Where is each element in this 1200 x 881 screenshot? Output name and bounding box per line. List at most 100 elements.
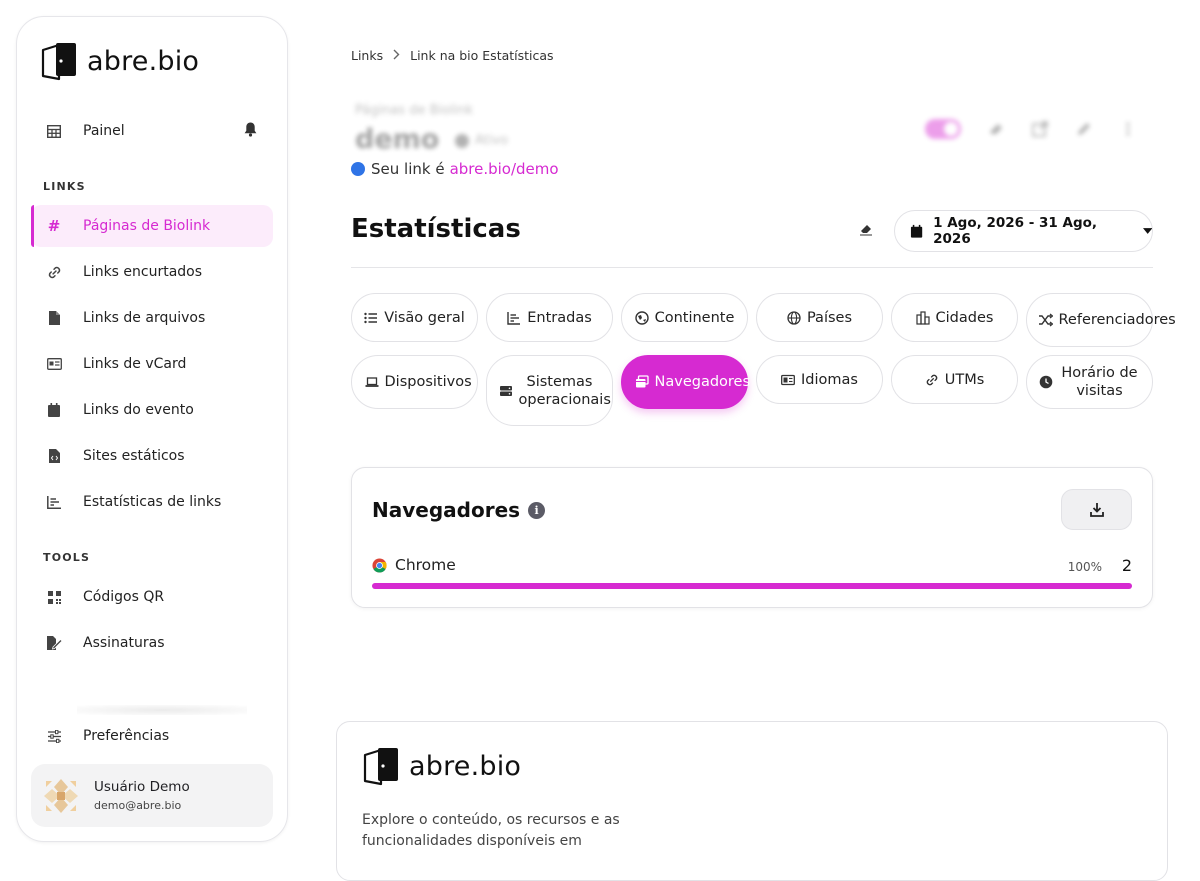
tab-label: Idiomas — [801, 371, 858, 388]
calendar-icon — [910, 224, 923, 238]
sidebar-item-qr-codes[interactable]: Códigos QR — [31, 576, 273, 618]
pencil-icon[interactable] — [1075, 120, 1093, 138]
hashtag-icon: # — [47, 217, 61, 235]
sidebar-item-event-links[interactable]: Links do evento — [31, 389, 273, 431]
sidebar-item-biolink-pages[interactable]: # Páginas de Biolink — [31, 205, 273, 247]
tab-entries[interactable]: Entradas — [486, 293, 613, 342]
sidebar-item-static-sites[interactable]: Sites estáticos — [31, 435, 273, 477]
tab-label: Países — [806, 309, 853, 326]
tab-label: Visão geral — [384, 309, 465, 326]
tab-label: Continente — [654, 309, 735, 326]
sidebar-item-label: Preferências — [83, 728, 170, 744]
sidebar-item-signatures[interactable]: Assinaturas — [31, 622, 273, 664]
breadcrumb-links[interactable]: Links — [351, 48, 383, 63]
logo-icon — [41, 43, 76, 81]
browser-percent: 100% — [1067, 560, 1102, 574]
progress-track — [372, 583, 1132, 589]
tab-label: Entradas — [527, 309, 592, 326]
sidebar-divider — [77, 705, 247, 715]
header-actions — [925, 119, 1137, 139]
breadcrumb: Links Link na bio Estatísticas — [351, 48, 554, 63]
sidebar-item-label: Links de vCard — [83, 356, 187, 372]
file-icon — [45, 309, 63, 327]
link-prefix: Seu link é — [371, 160, 445, 178]
sidebar-item-link-stats[interactable]: Estatísticas de links — [31, 481, 273, 523]
card-title: Navegadores i — [372, 498, 546, 522]
laptop-icon — [365, 377, 378, 387]
tab-label: UTMs — [944, 371, 985, 388]
more-vertical-icon[interactable] — [1119, 120, 1137, 138]
chart-icon — [45, 493, 63, 511]
tab-cities[interactable]: Cidades — [891, 293, 1018, 342]
tab-browsers[interactable]: Navegadores — [621, 355, 751, 409]
calendar-icon — [45, 401, 63, 419]
link-icon — [926, 374, 938, 385]
card-title-text: Navegadores — [372, 498, 521, 522]
sidebar-item-short-links[interactable]: Links encurtados — [31, 251, 273, 293]
clock-icon — [1039, 375, 1052, 389]
window-icon — [635, 375, 649, 388]
bell-icon[interactable] — [244, 122, 257, 141]
browser-label: Chrome — [395, 556, 456, 574]
external-link-icon[interactable] — [1031, 120, 1049, 138]
chevron-right-icon — [393, 48, 400, 63]
tab-visit-hours[interactable]: Horário de visitas — [1026, 355, 1153, 409]
download-button[interactable] — [1061, 489, 1132, 530]
tools-section-label: TOOLS — [43, 551, 91, 564]
link-dot-icon — [351, 162, 365, 176]
sidebar-item-label: Páginas de Biolink — [83, 218, 211, 234]
clear-filter-icon[interactable] — [859, 222, 873, 236]
status-dot-icon — [455, 133, 469, 148]
page-subtitle: Páginas de Biolink — [355, 103, 474, 118]
tab-operating-systems[interactable]: Sistemas operacionais — [486, 355, 613, 426]
tab-overview[interactable]: Visão geral — [351, 293, 478, 342]
sidebar-item-label: Links do evento — [83, 402, 194, 418]
tab-label: Horário de visitas — [1061, 365, 1138, 399]
table-icon — [45, 122, 63, 140]
language-icon — [781, 374, 795, 385]
tab-languages[interactable]: Idiomas — [756, 355, 883, 404]
tab-label: Navegadores — [654, 374, 751, 390]
logo-icon — [363, 748, 398, 786]
brand-name: abre.bio — [87, 45, 200, 77]
random-icon — [1038, 313, 1053, 327]
tab-countries[interactable]: Países — [756, 293, 883, 342]
eraser-icon[interactable] — [987, 120, 1005, 138]
globe-europe-icon — [634, 310, 649, 325]
footer-logo[interactable]: abre.bio — [361, 746, 521, 786]
user-email: demo@abre.bio — [94, 799, 182, 812]
stats-heading: Estatísticas — [351, 214, 521, 244]
chart-icon — [507, 311, 521, 325]
links-section-label: LINKS — [43, 180, 86, 193]
active-toggle[interactable] — [925, 119, 961, 139]
sidebar-item-painel[interactable]: Painel — [31, 110, 273, 152]
sliders-icon — [45, 727, 63, 745]
sidebar-item-vcard-links[interactable]: Links de vCard — [31, 343, 273, 385]
tab-continent[interactable]: Continente — [621, 293, 748, 342]
link-icon — [45, 263, 63, 281]
sidebar-item-preferences[interactable]: Preferências — [31, 715, 273, 757]
tab-utms[interactable]: UTMs — [891, 355, 1018, 404]
city-icon — [915, 310, 930, 325]
tab-label: Cidades — [935, 309, 994, 326]
tab-devices[interactable]: Dispositivos — [351, 355, 478, 409]
status-label: Ativo — [475, 133, 509, 148]
footer-card: abre.bio Explore o conteúdo, os recursos… — [336, 721, 1168, 881]
brand-logo[interactable]: abre.bio — [39, 41, 199, 81]
sidebar-item-label: Links de arquivos — [83, 310, 206, 326]
signature-icon — [45, 634, 63, 652]
section-divider — [351, 267, 1153, 268]
tab-referrers[interactable]: Referenciadores — [1026, 293, 1176, 347]
tab-label: Referenciadores — [1058, 312, 1176, 328]
user-card[interactable]: Usuário Demo demo@abre.bio — [31, 764, 273, 827]
list-icon — [364, 312, 378, 323]
biolink-url[interactable]: abre.bio/demo — [450, 160, 559, 178]
sidebar-item-file-links[interactable]: Links de arquivos — [31, 297, 273, 339]
avatar — [42, 776, 80, 815]
info-icon[interactable]: i — [528, 501, 546, 519]
file-code-icon — [45, 447, 63, 465]
browser-count: 2 — [1121, 556, 1132, 575]
biolink-url-line: Seu link é abre.bio/demo — [351, 160, 559, 178]
date-range-picker[interactable]: 1 Ago, 2026 - 31 Ago, 2026 — [894, 210, 1153, 252]
user-name: Usuário Demo — [94, 779, 190, 795]
